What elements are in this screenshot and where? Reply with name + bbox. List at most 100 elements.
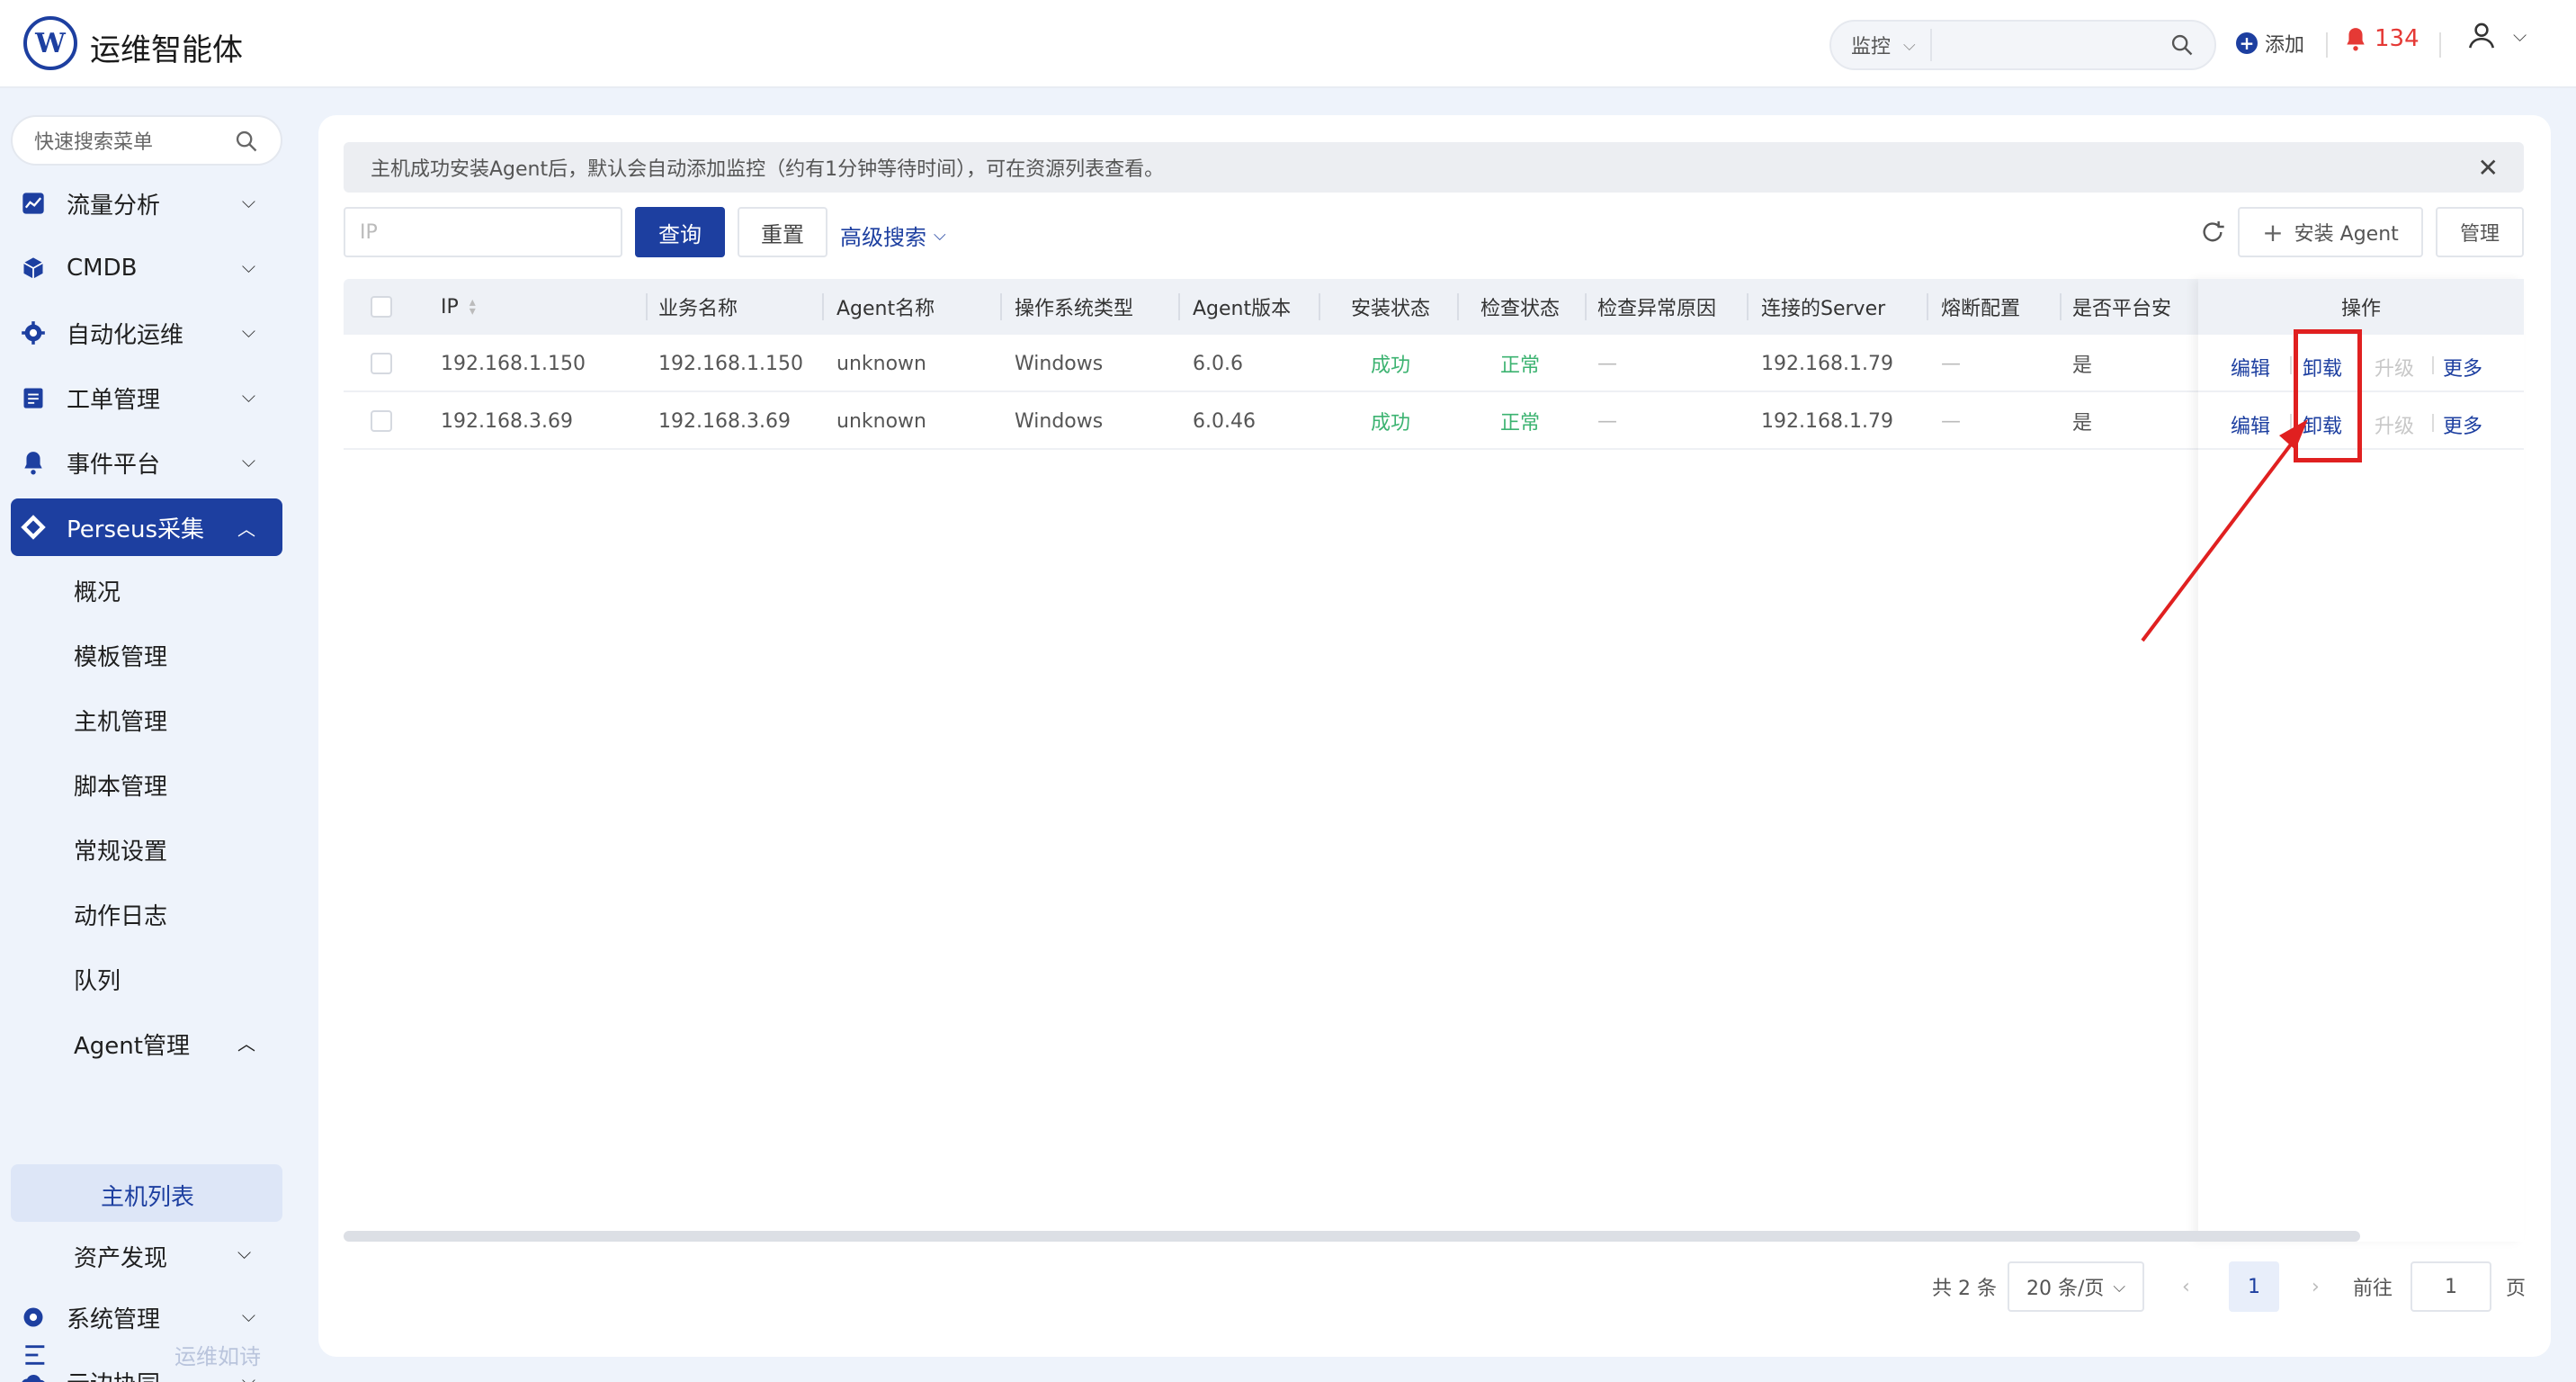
chevron-down-icon: ⌵ [1903,35,1916,55]
ticket-icon [20,384,47,411]
manage-button[interactable]: 管理 [2436,207,2524,257]
cell-os: Windows [1015,409,1104,433]
collapse-menu-icon[interactable] [23,1343,49,1367]
user-icon [2468,22,2495,49]
global-search[interactable]: 监控 ⌵ [1829,20,2216,70]
table-row: 192.168.1.150 192.168.1.150 unknown Wind… [344,335,2524,392]
next-page-icon[interactable]: › [2312,1261,2320,1312]
search-scope-select[interactable]: 监控 ⌵ [1851,31,1916,59]
sidebar-sub-host-list[interactable]: 主机列表 [101,1179,194,1212]
chevron-up-icon: ︿ [237,518,255,540]
menu-search-input[interactable]: 快速搜索菜单 [11,115,282,166]
cell-server: 192.168.1.79 [1761,409,1893,433]
plus-circle-icon: + [2236,32,2258,54]
chevron-down-icon: ⌵ [2113,1277,2126,1297]
cell-agent-name: unknown [836,352,926,375]
sidebar-item-automation[interactable]: 自动化运维 ⌵ [11,304,282,362]
settings-icon [20,1304,47,1331]
goto-label: 前往 [2353,1278,2393,1300]
prev-page-icon[interactable]: ‹ [2182,1261,2190,1312]
column-header-agent-name: Agent名称 [836,298,935,320]
top-bar: W 运维智能体 监控 ⌵ + 添加 134 ⌵ [0,0,2576,88]
cell-biz: 192.168.1.150 [658,352,803,375]
query-button[interactable]: 查询 [635,207,725,257]
page-suffix: 页 [2506,1278,2527,1300]
cell-check-reason: — [1597,352,1617,375]
chevron-down-icon: ⌵ [241,191,255,212]
chart-icon [20,190,47,217]
cell-platform: 是 [2072,354,2093,377]
sidebar-item-traffic[interactable]: 流量分析 ⌵ [11,175,282,232]
close-icon[interactable]: ✕ [2478,153,2499,183]
more-button[interactable]: 更多 [2443,410,2482,439]
cell-check-status: 正常 [1499,354,1540,377]
select-all-checkbox[interactable] [371,296,392,318]
install-agent-button[interactable]: + 安装 Agent [2238,207,2423,257]
sidebar-footer: 运维如诗 [23,1339,261,1370]
sidebar-sub-agent-mgmt[interactable]: Agent管理 ︿ [74,1028,255,1061]
bell-icon [20,449,47,476]
column-header-fuse: 熔断配置 [1941,298,2021,320]
column-header-os: 操作系统类型 [1015,298,1134,320]
chevron-up-icon: ︿ [237,1033,255,1054]
row-checkbox[interactable] [371,353,392,374]
sidebar-sub-templates[interactable]: 模板管理 [74,639,167,672]
column-header-install-status: 安装状态 [1350,298,1430,320]
advanced-search-toggle[interactable]: 高级搜索 ⌵ [840,220,946,251]
info-notice: 主机成功安装Agent后，默认会自动添加监控（约有1分钟等待时间），可在资源列表… [344,142,2524,193]
diamond-icon [20,514,47,541]
sidebar-sub-settings[interactable]: 常规设置 [74,833,167,866]
column-header-check-reason: 检查异常原因 [1597,298,1717,320]
sidebar-sub-asset-discovery[interactable]: 资产发现 ⌵ [74,1240,251,1273]
cell-agent-name: unknown [836,409,926,433]
page-number-current[interactable]: 1 [2229,1261,2279,1312]
sidebar-item-perseus[interactable]: Perseus采集 ︿ [11,498,282,556]
alert-count: 134 [2375,25,2419,52]
sidebar-item-cmdb[interactable]: CMDB ⌵ [11,239,282,297]
chevron-down-icon: ⌵ [241,320,255,342]
cell-version: 6.0.46 [1193,409,1256,433]
reset-button[interactable]: 重置 [738,207,827,257]
cube-icon [20,255,47,282]
edit-button[interactable]: 编辑 [2231,410,2270,439]
column-header-platform: 是否平台安 [2072,298,2172,320]
upgrade-button[interactable]: 升级 [2375,410,2414,439]
column-header-biz: 业务名称 [658,298,738,320]
column-header-ip[interactable]: IP ▴ ▾ [441,279,476,335]
search-icon[interactable] [2169,32,2195,58]
cloud-icon [20,1369,47,1382]
chevron-down-icon: ⌵ [237,1242,252,1263]
sidebar-item-system[interactable]: 系统管理 ⌵ [11,1288,282,1346]
sidebar-sub-queue[interactable]: 队列 [74,963,121,996]
horizontal-scrollbar[interactable] [344,1231,2360,1242]
table-header: IP ▴ ▾ 业务名称 Agent名称 操作系统类型 Agent版本 安装状态 检… [344,279,2524,335]
cell-os: Windows [1015,352,1104,375]
sidebar-item-tickets[interactable]: 工单管理 ⌵ [11,369,282,426]
main-card: 主机成功安装Agent后，默认会自动添加监控（约有1分钟等待时间），可在资源列表… [318,115,2551,1357]
upgrade-button[interactable]: 升级 [2375,353,2414,381]
plus-icon: + [2262,217,2284,247]
sidebar-sub-overview[interactable]: 概况 [74,574,121,607]
add-button[interactable]: + 添加 [2236,29,2304,58]
more-button[interactable]: 更多 [2443,353,2482,381]
goto-page-input[interactable]: 1 [2411,1261,2491,1312]
sidebar-sub-hosts[interactable]: 主机管理 [74,704,167,737]
sidebar-sub-scripts[interactable]: 脚本管理 [74,768,167,802]
sidebar-sub-action-log[interactable]: 动作日志 [74,898,167,931]
chevron-down-icon: ⌵ [241,1369,255,1382]
chevron-down-icon: ⌵ [2513,24,2527,46]
app-logo[interactable]: W [23,16,77,70]
sidebar-item-events[interactable]: 事件平台 ⌵ [11,434,282,491]
ip-search-input[interactable]: IP [344,207,622,257]
page-size-select[interactable]: 20 条/页 ⌵ [2008,1261,2144,1312]
cell-platform: 是 [2072,412,2093,435]
cell-fuse: — [1941,409,1961,433]
sidebar: 快速搜索菜单 流量分析 ⌵ CMDB ⌵ 自动化运维 ⌵ 工单管理 ⌵ 事件平台… [0,90,311,1382]
sort-icon[interactable]: ▴ ▾ [470,296,476,318]
pagination-total: 共 2 条 [1932,1278,1997,1300]
row-checkbox[interactable] [371,410,392,432]
alert-bell[interactable]: 134 [2344,25,2419,52]
edit-button[interactable]: 编辑 [2231,353,2270,381]
refresh-icon[interactable] [2198,218,2227,247]
user-menu[interactable]: ⌵ [2466,20,2527,50]
